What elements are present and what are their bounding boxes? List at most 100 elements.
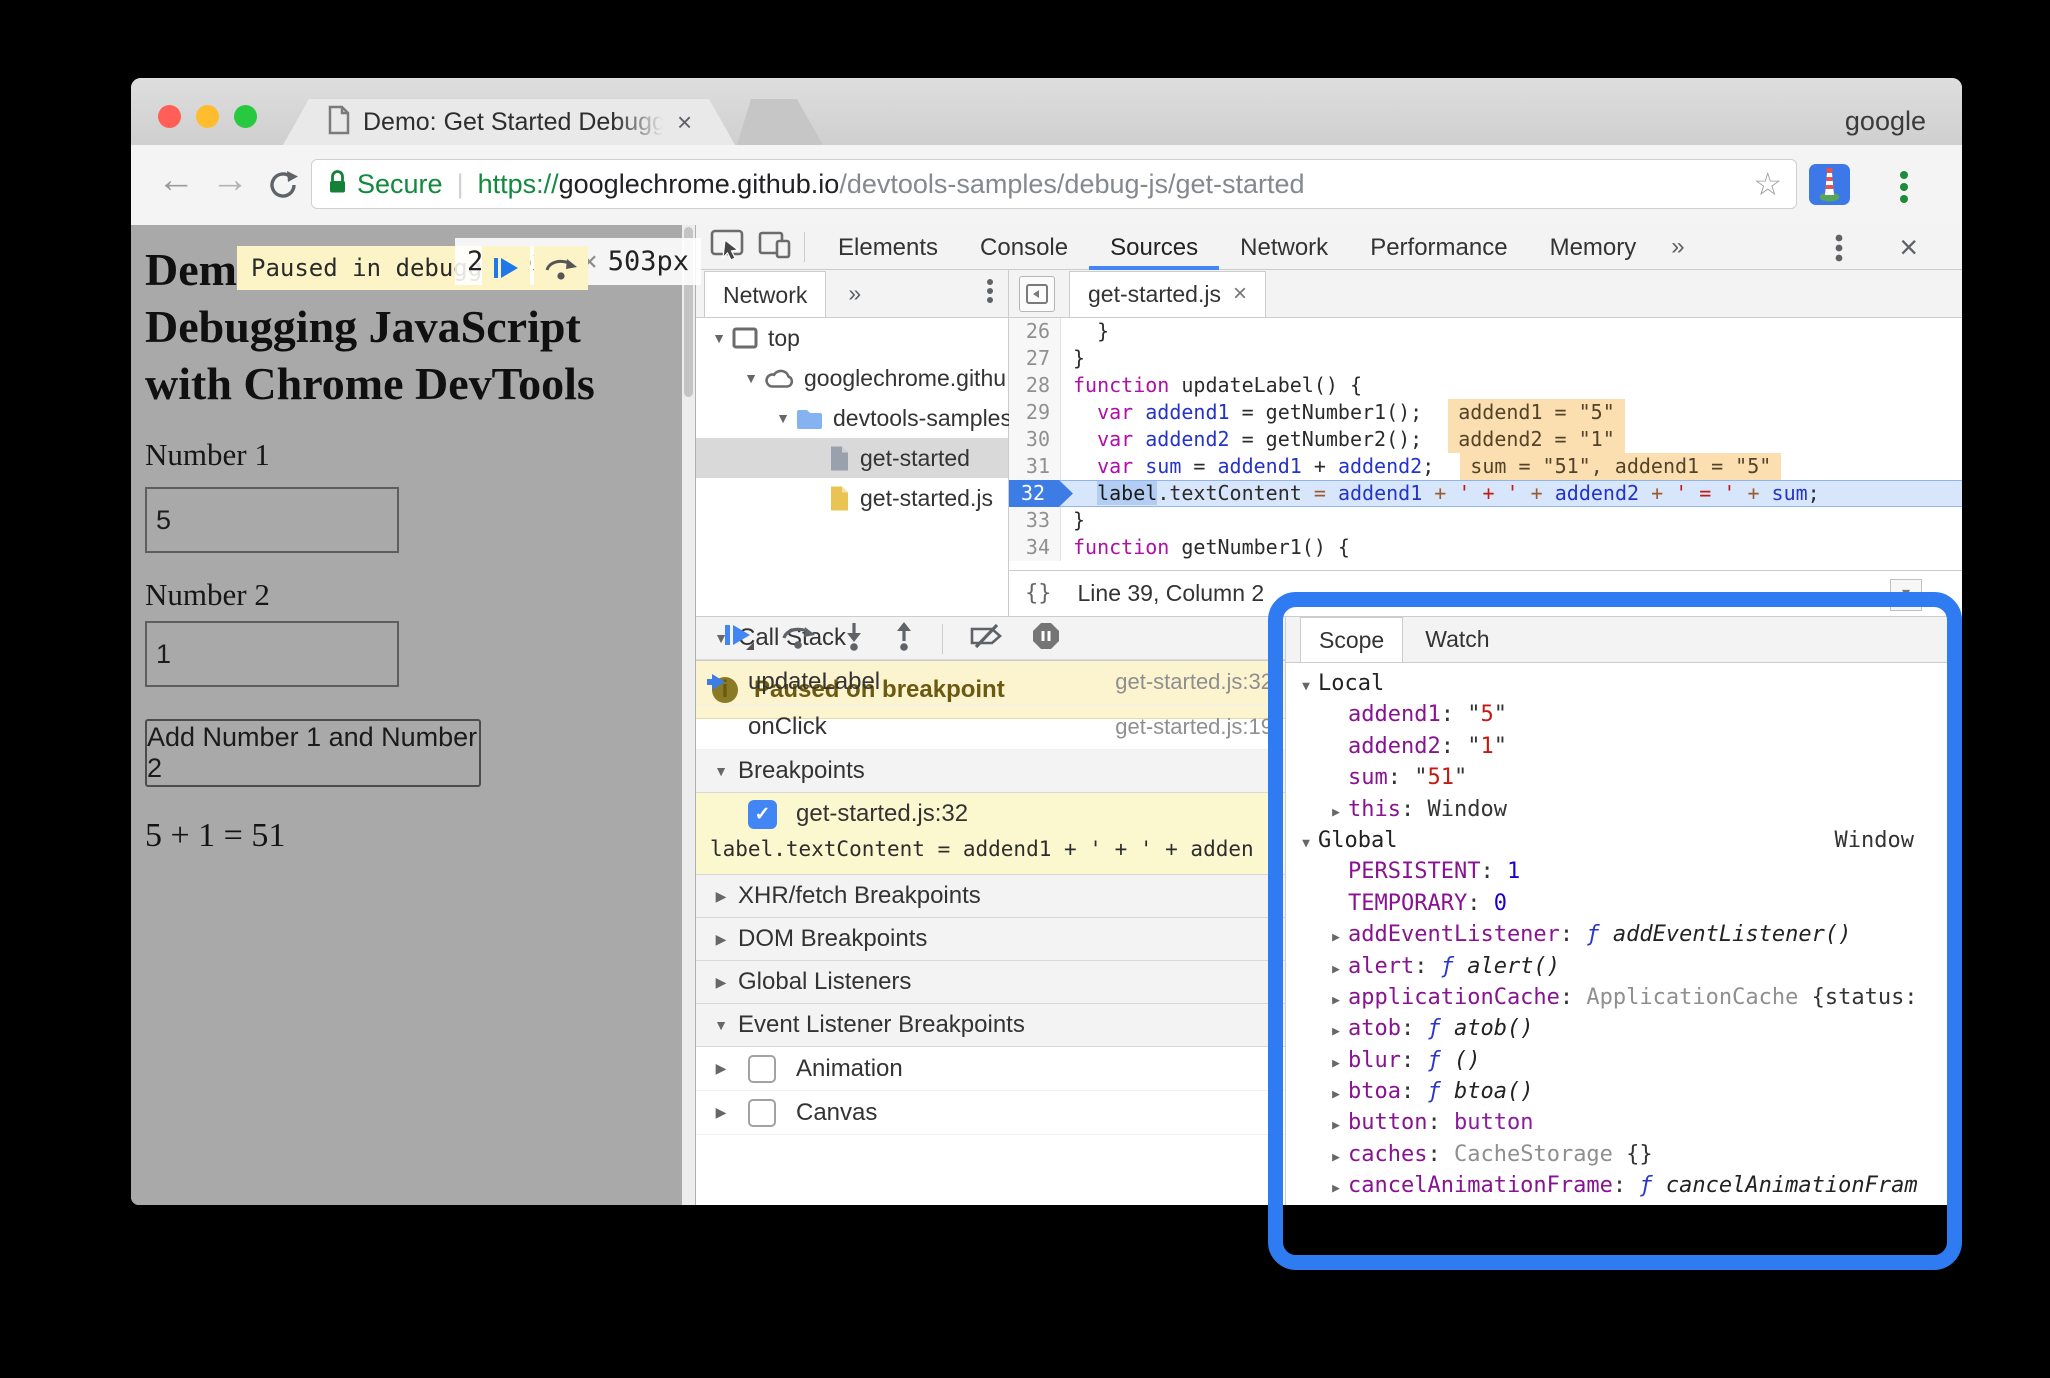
scope-variable-this[interactable]: ▶ this: Window: [1286, 794, 1962, 825]
line-number[interactable]: 26: [1009, 318, 1061, 345]
device-toolbar-icon[interactable]: [758, 230, 792, 265]
close-window-button[interactable]: [158, 105, 181, 128]
line-number[interactable]: 29: [1009, 399, 1061, 426]
navigator-network-tab[interactable]: Network: [704, 270, 827, 317]
scope-variable-blur[interactable]: ▶ blur: ƒ (): [1286, 1045, 1962, 1076]
line-number[interactable]: 30: [1009, 426, 1061, 453]
scope-section-global[interactable]: ▼ Global Window: [1286, 825, 1962, 856]
deactivate-breakpoints-icon[interactable]: [969, 622, 1005, 655]
listener-checkbox[interactable]: [748, 1054, 776, 1083]
devtools-close-icon[interactable]: ×: [1899, 229, 1918, 266]
inspect-element-icon[interactable]: [710, 229, 746, 266]
section-header-event-listener-breakpoints[interactable]: ▼ Event Listener Breakpoints: [696, 1004, 1285, 1047]
listener-checkbox[interactable]: [748, 1098, 776, 1127]
file-js-icon: [828, 485, 850, 512]
scope-variable-addend1: addend1: "5": [1348, 702, 1507, 728]
pause-on-exceptions-icon[interactable]: [1031, 621, 1061, 656]
watch-tab[interactable]: Watch: [1425, 626, 1489, 653]
breakpoint-entry[interactable]: ✓ get-started.js:32 label.textContent = ad…: [696, 793, 1285, 875]
next-tab-stub[interactable]: [737, 99, 823, 145]
call-stack-frame-onclick[interactable]: onClick get-started.js:19: [696, 705, 1285, 750]
line-number[interactable]: 28: [1009, 372, 1061, 399]
scope-variable-addEventListener[interactable]: ▶ addEventListener: ƒ addEventListener(): [1286, 919, 1962, 950]
add-numbers-button[interactable]: Add Number 1 and Number 2: [145, 719, 481, 787]
event-listener-category-canvas[interactable]: ▶ Canvas: [696, 1091, 1285, 1135]
breakpoints-header[interactable]: ▼ Breakpoints: [696, 750, 1285, 793]
inline-value-badge: addend1 = "5": [1448, 399, 1625, 426]
devtools-tab-memory[interactable]: Memory: [1529, 225, 1658, 270]
file-tree-item-googlechrome-githu[interactable]: ▼ googlechrome.githu: [696, 358, 1008, 398]
page-scrollbar[interactable]: [682, 225, 695, 1205]
step-over-icon[interactable]: [780, 622, 816, 655]
section-header-dom-breakpoints[interactable]: ▶ DOM Breakpoints: [696, 918, 1285, 961]
editor-dropdown-icon[interactable]: ▾: [1890, 579, 1922, 611]
line-number[interactable]: 34: [1009, 534, 1061, 561]
scope-tab[interactable]: Scope: [1300, 617, 1404, 662]
navigator-more-tabs-chevron[interactable]: »: [848, 280, 861, 307]
file-tree-item-get-started[interactable]: get-started: [696, 438, 1008, 478]
pretty-print-icon[interactable]: {}: [1025, 581, 1052, 606]
breakpoint-checkbox[interactable]: ✓: [748, 800, 777, 829]
file-tree-item-devtools-samples[interactable]: ▼ devtools-samples: [696, 398, 1012, 438]
overlay-resume-icon[interactable]: [482, 246, 530, 290]
editor-tab-close-icon[interactable]: ×: [1233, 271, 1247, 317]
editor-file-tab[interactable]: get-started.js ×: [1069, 270, 1266, 317]
forward-icon[interactable]: →: [211, 161, 249, 199]
bookmark-star-icon[interactable]: ☆: [1753, 165, 1782, 203]
number2-input[interactable]: 1: [145, 621, 399, 687]
code-line-29: 29 var addend1 = getNumber1(); addend1 = …: [1009, 399, 1962, 426]
lighthouse-extension-icon[interactable]: [1809, 164, 1850, 210]
scope-variable-caches[interactable]: ▶ caches: CacheStorage {}: [1286, 1139, 1962, 1170]
devtools-tab-performance[interactable]: Performance: [1349, 225, 1528, 270]
section-header-xhr-fetch-breakpoints[interactable]: ▶ XHR/fetch Breakpoints: [696, 875, 1285, 918]
code-view[interactable]: 26 } 27} 28 function updateLabel() {29 var …: [1009, 318, 1962, 570]
code-line-31: 31 var sum = addend1 + addend2; sum = "51…: [1009, 453, 1962, 480]
scope-variable-atob[interactable]: ▶ atob: ƒ atob(): [1286, 1013, 1962, 1044]
code-line-26: 26 }: [1009, 318, 1962, 345]
file-tree-item-top[interactable]: ▼ top: [696, 318, 1008, 358]
scope-variable-button[interactable]: ▶ button: button: [1286, 1107, 1962, 1138]
step-out-icon[interactable]: [892, 621, 916, 656]
scope-variable-btoa[interactable]: ▶ btoa: ƒ btoa(): [1286, 1076, 1962, 1107]
browser-menu-icon[interactable]: [1900, 167, 1910, 207]
scope-variable-alert[interactable]: ▶ alert: ƒ alert(): [1286, 951, 1962, 982]
devtools-tab-sources[interactable]: Sources: [1089, 225, 1219, 270]
call-stack-frame-updatelabel[interactable]: updateLabel get-started.js:32: [696, 660, 1285, 705]
scope-variable-addend2: addend2: "1": [1348, 733, 1507, 759]
inline-value-badge: sum = "51", addend1 = "5": [1460, 453, 1782, 480]
editor-status-bar: {} Line 39, Column 2 ▾: [1009, 570, 1962, 616]
devtools-tab-console[interactable]: Console: [959, 225, 1089, 270]
navigator-menu-icon[interactable]: [986, 278, 994, 309]
back-icon[interactable]: ←: [157, 161, 195, 199]
devtools-tab-elements[interactable]: Elements: [817, 225, 959, 270]
minimize-window-button[interactable]: [196, 105, 219, 128]
frame-icon: [732, 327, 758, 349]
devtools-menu-icon[interactable]: [1834, 233, 1844, 268]
number1-label: Number 1: [145, 437, 270, 472]
event-listener-category-animation[interactable]: ▶ Animation: [696, 1047, 1285, 1091]
collapse-navigator-icon[interactable]: [1019, 275, 1055, 312]
zoom-window-button[interactable]: [234, 105, 257, 128]
file-tree-item-get-started-js[interactable]: get-started.js: [696, 478, 1008, 518]
url-bar[interactable]: Secure | https://googlechrome.github.io /…: [311, 159, 1797, 209]
line-number[interactable]: 33: [1009, 507, 1061, 534]
resume-script-icon[interactable]: [722, 622, 754, 655]
scope-variable-cancelAnimationFrame[interactable]: ▶ cancelAnimationFrame: ƒ cancelAnimation…: [1286, 1170, 1962, 1201]
tab-close-icon[interactable]: ×: [677, 109, 692, 135]
line-number[interactable]: 31: [1009, 453, 1061, 480]
step-into-icon[interactable]: [842, 621, 866, 656]
devtools-panel: Elements Console Sources Network Performance…: [695, 225, 1962, 1205]
scope-variable-applicationCache[interactable]: ▶ applicationCache: ApplicationCache {sta…: [1286, 982, 1962, 1013]
reload-icon[interactable]: [267, 169, 299, 208]
current-frame-arrow-icon: [707, 674, 725, 690]
section-header-global-listeners[interactable]: ▶ Global Listeners: [696, 961, 1285, 1004]
scope-section-local[interactable]: ▼ Local: [1286, 668, 1962, 699]
devtools-tab-network[interactable]: Network: [1219, 225, 1349, 270]
more-tabs-chevron[interactable]: »: [1657, 233, 1698, 261]
number1-input[interactable]: 5: [145, 487, 399, 553]
devtools-tab-bar: Elements Console Sources Network Performance…: [696, 225, 1962, 270]
overlay-step-over-icon[interactable]: [534, 246, 588, 290]
line-number[interactable]: 27: [1009, 345, 1061, 372]
browser-tab[interactable]: Demo: Get Started Debugging ×: [283, 99, 735, 145]
profile-name: google: [1844, 106, 1926, 136]
